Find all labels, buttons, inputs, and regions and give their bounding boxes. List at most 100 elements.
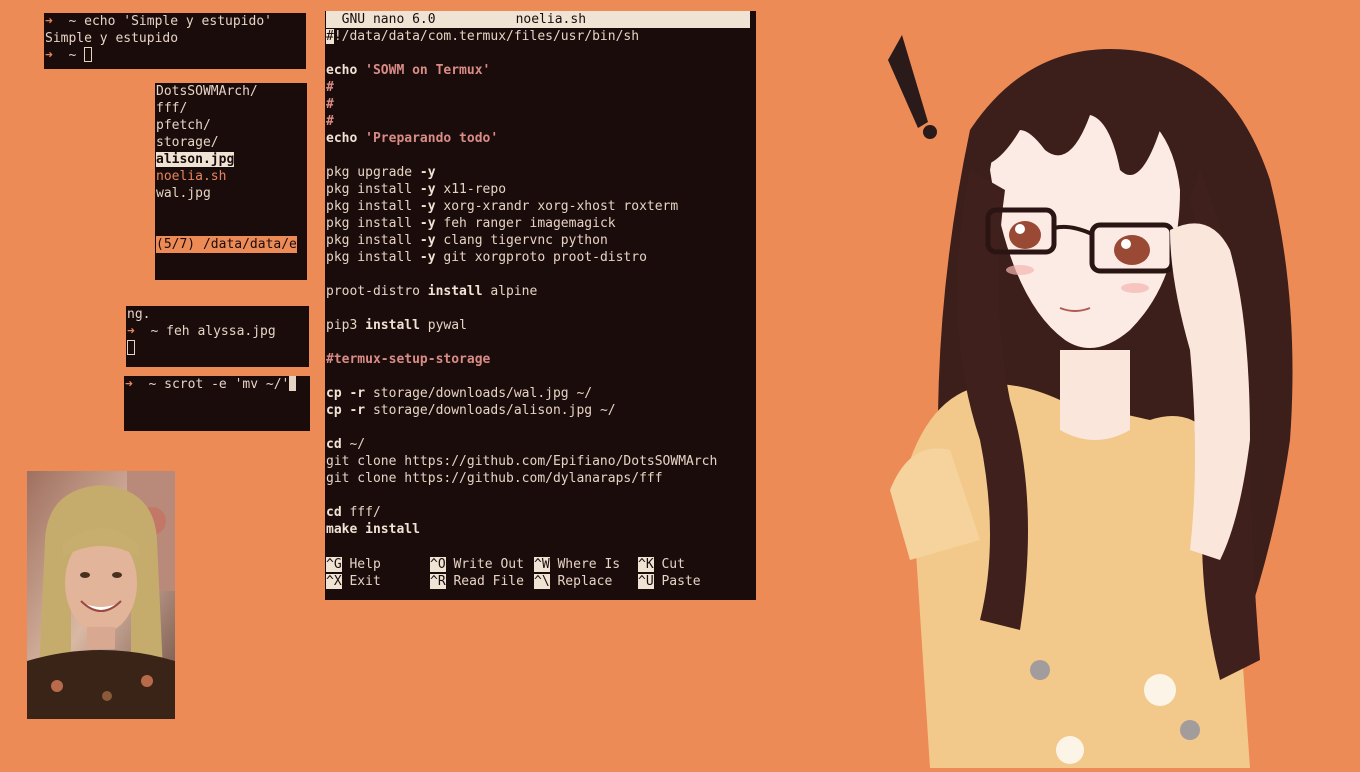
terminal-feh[interactable]: ng. ➜ ~ feh alyssa.jpg <box>126 306 309 367</box>
anime-girl-illustration-icon <box>888 35 1293 768</box>
code-text: pkg upgrade <box>326 165 413 180</box>
portrait-photo-icon <box>27 471 175 719</box>
comment-line: # <box>326 97 334 112</box>
file-entry-script[interactable]: noelia.sh <box>156 168 307 185</box>
shortcut-write-out[interactable]: ^O Write Out <box>430 556 524 573</box>
prompt-text: ~ <box>52 48 85 63</box>
shortcut-label: Help <box>341 557 381 572</box>
command-text: ~ scrot -e 'mv ~/' <box>132 377 290 392</box>
code-text: alpine <box>490 284 538 299</box>
wallpaper-illustration <box>870 20 1360 768</box>
file-entry-selected[interactable]: alison.jpg <box>156 152 235 167</box>
shortcut-label: Where Is <box>549 557 621 572</box>
shortcut-key: ^G <box>326 557 342 572</box>
keyword: cd <box>326 437 342 452</box>
shortcut-label: Cut <box>653 557 685 572</box>
code-text: ~/ <box>349 437 366 452</box>
shortcut-key: ^O <box>430 557 446 572</box>
code-text: clang tigervnc python <box>443 233 608 248</box>
terminal-scrot[interactable]: ➜ ~ scrot -e 'mv ~/' <box>124 376 310 431</box>
string-literal: 'Preparando todo' <box>365 131 499 146</box>
file-manager-status-bar: (5/7) /data/data/e <box>156 236 297 253</box>
code-text: pip3 <box>326 318 358 333</box>
code-text: pkg install <box>326 250 413 265</box>
code-text: pkg install <box>326 233 413 248</box>
code-text: proot-distro <box>326 284 420 299</box>
terminal-cursor[interactable] <box>289 376 297 391</box>
code-text: xorg-xrandr xorg-xhost roxterm <box>443 199 679 214</box>
prompt-arrow: ➜ <box>45 48 53 63</box>
shortcut-exit[interactable]: ^X Exit <box>326 573 381 590</box>
nano-editor[interactable]: GNU nano 6.0 noelia.sh #!/data/data/com.t… <box>325 11 756 600</box>
shortcut-key: ^K <box>638 557 654 572</box>
shortcut-key: ^U <box>638 574 654 589</box>
code-line: !/data/data/com.termux/files/usr/bin/sh <box>333 29 640 44</box>
shortcut-where-is[interactable]: ^W Where Is <box>534 556 620 573</box>
code-text: feh ranger imagemagick <box>443 216 616 231</box>
nano-buffer[interactable]: #!/data/data/com.termux/files/usr/bin/sh… <box>326 28 756 538</box>
terminal-cursor[interactable] <box>84 47 93 62</box>
editor-cursor[interactable]: # <box>326 29 334 44</box>
file-entry-dir[interactable]: DotsSOWMArch/ <box>156 83 307 100</box>
code-text: storage/downloads/wal.jpg ~/ <box>372 386 593 401</box>
code-text: fff/ <box>349 505 381 520</box>
code-line: git clone https://github.com/dylanaraps/… <box>326 471 663 486</box>
shortcut-paste[interactable]: ^U Paste <box>638 573 701 590</box>
shortcut-help[interactable]: ^G Help <box>326 556 381 573</box>
portrait-photo[interactable] <box>27 471 175 719</box>
exclamation-mark-icon <box>888 35 928 128</box>
code-text: pywal <box>427 318 467 333</box>
code-text: storage/downloads/alison.jpg ~/ <box>372 403 616 418</box>
keyword: install <box>427 284 483 299</box>
file-manager[interactable]: DotsSOWMArch/ fff/ pfetch/ storage/ alis… <box>155 83 307 280</box>
code-text: x11-repo <box>443 182 507 197</box>
comment-line: # <box>326 80 334 95</box>
flag: -y <box>419 216 436 231</box>
keyword: install <box>365 522 420 537</box>
shortcut-read-file[interactable]: ^R Read File <box>430 573 524 590</box>
file-entry-dir[interactable]: fff/ <box>156 100 307 117</box>
keyword: echo <box>326 63 358 78</box>
keyword: install <box>365 318 420 333</box>
shortcut-key: ^X <box>326 574 342 589</box>
nano-app-name: GNU nano 6.0 <box>326 12 436 27</box>
keyword: echo <box>326 131 358 146</box>
flag: -r <box>349 403 366 418</box>
code-line: git clone https://github.com/Epifiano/Do… <box>326 454 718 469</box>
command-output: Simple y estupido <box>45 31 179 46</box>
shortcut-label: Write Out <box>445 557 524 572</box>
flag: -y <box>419 233 436 248</box>
flag: -y <box>419 182 436 197</box>
shortcut-key: ^R <box>430 574 446 589</box>
shortcut-cut[interactable]: ^K Cut <box>638 556 685 573</box>
shortcut-key: ^W <box>534 557 550 572</box>
shortcut-replace[interactable]: ^\ Replace <box>534 573 612 590</box>
code-text: pkg install <box>326 199 413 214</box>
file-entry[interactable]: wal.jpg <box>156 185 307 202</box>
shortcut-label: Paste <box>653 574 701 589</box>
file-entry-dir[interactable]: storage/ <box>156 134 307 151</box>
shortcut-key: ^\ <box>534 574 550 589</box>
terminal-cursor[interactable] <box>127 340 135 355</box>
output-text: ng. <box>127 307 151 322</box>
flag: -y <box>419 165 436 180</box>
file-entry-dir[interactable]: pfetch/ <box>156 117 307 134</box>
code-text: pkg install <box>326 182 413 197</box>
command-text: ~ echo 'Simple y estupido' <box>52 14 272 29</box>
keyword: cd <box>326 505 342 520</box>
command-text: ~ feh alyssa.jpg <box>134 324 276 339</box>
keyword: make <box>326 522 358 537</box>
terminal-echo[interactable]: ➜ ~ echo 'Simple y estupido' Simple y es… <box>44 13 306 69</box>
flag: -r <box>349 386 366 401</box>
nano-file-name: noelia.sh <box>515 12 587 27</box>
shortcut-label: Replace <box>549 574 613 589</box>
prompt-arrow: ➜ <box>127 324 135 339</box>
string-literal: 'SOWM on Termux' <box>365 63 491 78</box>
flag: -y <box>419 199 436 214</box>
nano-title-bar: GNU nano 6.0 noelia.sh <box>326 11 750 28</box>
flag: -y <box>419 250 436 265</box>
keyword: cp <box>326 386 342 401</box>
comment-line: #termux-setup-storage <box>326 352 491 367</box>
prompt-arrow: ➜ <box>125 377 133 392</box>
keyword: cp <box>326 403 342 418</box>
